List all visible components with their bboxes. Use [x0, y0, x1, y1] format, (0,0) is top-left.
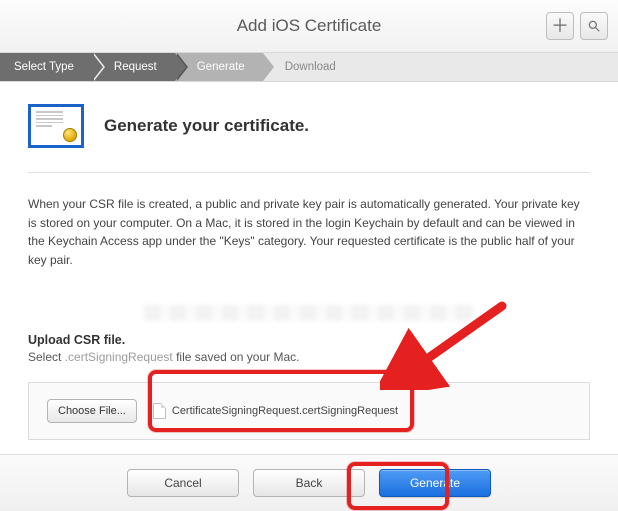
add-button[interactable]: ＋: [546, 12, 574, 40]
page-title: Add iOS Certificate: [0, 0, 618, 52]
search-button[interactable]: [580, 12, 608, 40]
generate-button[interactable]: Generate: [379, 469, 491, 497]
selected-file: CertificateSigningRequest.certSigningReq…: [153, 403, 398, 419]
step-download: Download: [263, 53, 354, 81]
window: Add iOS Certificate ＋ Select Type Reques…: [0, 0, 618, 511]
redacted-region: [144, 305, 474, 321]
titlebar-actions: ＋: [546, 12, 608, 40]
heading-row: Generate your certificate.: [28, 104, 590, 148]
step-bar: Select Type Request Generate Download: [0, 53, 618, 82]
titlebar: Add iOS Certificate ＋: [0, 0, 618, 53]
step-generate[interactable]: Generate: [175, 53, 263, 81]
footer: Cancel Back Generate: [0, 454, 618, 511]
certificate-icon: [28, 104, 84, 148]
heading-text: Generate your certificate.: [104, 116, 309, 136]
selected-file-name: CertificateSigningRequest.certSigningReq…: [172, 405, 398, 417]
search-icon: [587, 19, 601, 33]
cancel-button[interactable]: Cancel: [127, 469, 239, 497]
file-icon: [153, 403, 166, 419]
divider: [28, 172, 590, 173]
upload-title: Upload CSR file.: [28, 333, 590, 347]
step-select-type[interactable]: Select Type: [0, 53, 92, 81]
body-text: When your CSR file is created, a public …: [28, 195, 590, 269]
upload-box: Choose File... CertificateSigningRequest…: [28, 382, 590, 440]
content: Generate your certificate. When your CSR…: [0, 82, 618, 440]
choose-file-button[interactable]: Choose File...: [47, 399, 137, 423]
plus-icon: ＋: [551, 17, 569, 35]
back-button[interactable]: Back: [253, 469, 365, 497]
upload-subtitle: Select .certSigningRequest file saved on…: [28, 350, 590, 364]
upload-ext: .certSigningRequest: [65, 350, 173, 364]
